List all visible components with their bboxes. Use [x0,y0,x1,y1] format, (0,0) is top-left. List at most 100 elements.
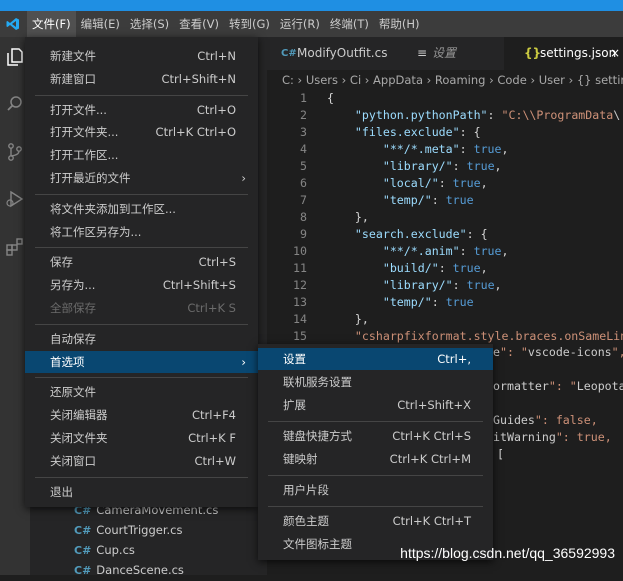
search-icon[interactable] [5,94,25,114]
menu-6[interactable]: 终端(T) [325,11,374,37]
code-line: 11 "build/": true, [267,260,623,277]
tab-label: settings.json [540,46,617,60]
menu-5[interactable]: 运行(R) [275,11,325,37]
line-number: 5 [300,159,307,173]
menu-item[interactable]: 颜色主题 Ctrl+K Ctrl+T [258,510,493,532]
menu-separator [35,476,248,478]
menu-item[interactable]: 将文件夹添加到工作区... [25,198,258,220]
explorer-icon[interactable] [5,47,25,67]
menu-item[interactable]: 打开文件... Ctrl+O [25,99,258,121]
file-name: CourtTrigger.cs [96,523,183,537]
menu-item[interactable]: 关闭窗口 Ctrl+W [25,450,258,472]
code-line: 3 "files.exclude": { [267,124,623,141]
tab-modifyoutfit[interactable]: C# ModifyOutfit.cs [267,37,387,70]
menu-item[interactable]: 关闭文件夹 Ctrl+K F [25,427,258,449]
menu-item[interactable]: 保存 Ctrl+S [25,251,258,273]
menu-item-label: 扩展 [283,398,306,412]
menu-item[interactable]: 打开工作区... [25,144,258,166]
menu-item[interactable]: 联机服务设置 [258,371,493,393]
menu-item[interactable]: 另存为... Ctrl+Shift+S [25,274,258,296]
menu-4[interactable]: 转到(G) [224,11,275,37]
line-number: 10 [293,244,307,258]
tab-settings-ui[interactable]: ≡ 设置 [387,37,504,70]
code-text: }, [354,210,369,224]
menu-item[interactable]: 键映射 Ctrl+K Ctrl+M [258,448,493,470]
csharp-file-icon: C# [281,48,297,59]
menu-item-label: 打开工作区... [50,148,119,163]
menu-7[interactable]: 帮助(H) [374,11,425,37]
title-bar: 文件(F) 编辑(E) 选择(S) 查看(V) 转到(G) 运行(R) 终端(T) 帮助(H) [0,11,623,37]
csharp-file-icon: C# [74,564,92,577]
code-text: { [327,91,334,105]
file-item[interactable]: C# Cup.cs [74,540,135,560]
code-line: 13 "temp/": true [267,294,623,311]
menu-item[interactable]: 将工作区另存为... [25,221,258,243]
menu-item[interactable]: 打开最近的文件 › [25,167,258,189]
menu-item[interactable]: 打开文件夹... Ctrl+K Ctrl+O [25,121,258,143]
close-icon[interactable]: × [610,37,620,70]
menu-item-shortcut: Ctrl+Shift+X [397,398,471,412]
menu-item[interactable]: 自动保存 [25,328,258,350]
menu-item[interactable]: 扩展 Ctrl+Shift+X [258,394,493,416]
menu-item[interactable]: 首选项 › [25,350,258,373]
menu-3[interactable]: 查看(V) [174,11,224,37]
source-control-icon[interactable] [5,142,25,162]
code-text: "library/": true, [382,278,502,292]
code-text: e": "vscode-icons", [493,345,623,359]
menu-item-label: 还原文件 [50,385,96,400]
menu-item-label: 自动保存 [50,331,96,346]
code-line: 1{ [267,90,623,107]
menu-item-label: 另存为... [50,278,96,293]
menu-separator [35,247,248,249]
menu-item[interactable]: 新建文件 Ctrl+N [25,45,258,67]
menu-item-shortcut: Ctrl+, [437,352,471,366]
menu-2[interactable]: 选择(S) [125,11,174,37]
settings-file-icon: ≡ [417,46,428,60]
menu-separator [35,323,248,325]
code-line: 6 "local/": true, [267,175,623,192]
line-number: 11 [293,261,307,275]
menu-item-shortcut: Ctrl+W [194,453,236,468]
file-item[interactable]: C# DanceScene.cs [74,560,184,580]
menu-item-label: 用户片段 [283,483,329,497]
file-item[interactable]: C# CourtTrigger.cs [74,520,182,540]
code-text: }, [354,312,369,326]
chevron-right-icon: › [241,354,246,369]
file-name: Cup.cs [96,543,135,557]
tab-settings-json[interactable]: {} settings.json × [504,37,623,70]
menu-item-label: 全部保存 [50,301,96,315]
code-text: "local/": true, [382,176,488,190]
menu-item[interactable]: 键盘快捷方式 Ctrl+K Ctrl+S [258,425,493,447]
code-line: 7 "temp/": true [267,192,623,209]
code-line: 14 }, [267,311,623,328]
menu-1[interactable]: 编辑(E) [76,11,125,37]
line-number: 2 [300,108,307,122]
menu-separator [35,377,248,379]
menu-separator [268,475,483,476]
menu-item[interactable]: 还原文件 [25,381,258,403]
menu-item-label: 联机服务设置 [283,375,352,389]
code-text: "build/": true, [382,261,488,275]
menu-separator [35,193,248,195]
menu-item[interactable]: 新建窗口 Ctrl+Shift+N [25,68,258,90]
code-text: "**/*.anim": true, [382,244,509,258]
menu-item-label: 将工作区另存为... [50,224,142,239]
breadcrumb[interactable]: C: › Users › Ci › AppData › Roaming › Co… [267,70,623,90]
menu-item[interactable]: 退出 [25,481,258,503]
menu-item-label: 首选项 [50,354,85,369]
menu-item[interactable]: 关闭编辑器 Ctrl+F4 [25,404,258,426]
menu-item-shortcut: Ctrl+S [198,255,236,270]
menu-item[interactable]: 用户片段 [258,479,493,501]
extensions-icon[interactable] [5,237,25,257]
menu-item-label: 文件图标主题 [283,537,352,551]
line-number: 15 [293,329,307,343]
menu-item-label: 将文件夹添加到工作区... [50,201,176,216]
run-debug-icon[interactable] [5,189,25,209]
window-top-stripe [0,0,623,11]
menu-item-shortcut: Ctrl+O [196,102,236,117]
menu-item-label: 关闭窗口 [50,453,96,468]
menu-item[interactable]: 设置 Ctrl+, [258,348,493,370]
menu-item-label: 保存 [50,255,73,270]
menu-item-shortcut: Ctrl+K S [187,301,236,315]
menu-0[interactable]: 文件(F) [27,11,76,37]
